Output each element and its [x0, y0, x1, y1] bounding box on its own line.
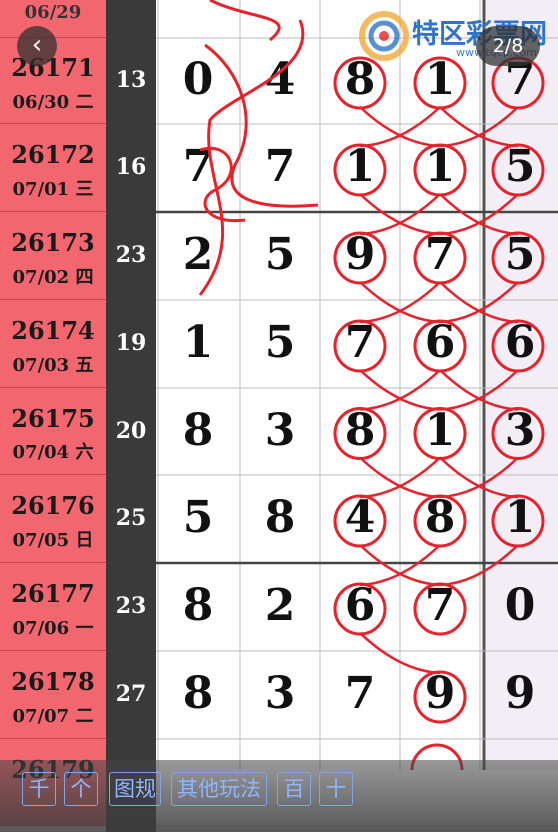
digit-col-2: 9: [344, 229, 376, 280]
other-games-button[interactable]: 其他玩法: [171, 772, 267, 806]
digit-col-4: 0: [504, 580, 536, 631]
sum-value: 16: [115, 154, 147, 180]
digit-col-4: 5: [504, 229, 536, 280]
digit-col-2: 7: [344, 668, 376, 719]
last-column-bg: [486, 0, 558, 770]
digit-col-2: 8: [344, 404, 376, 456]
digit-col-3: 1: [424, 54, 456, 105]
issue-number: 26174: [11, 315, 95, 345]
issue-cell: 26177 07/06 一: [0, 563, 106, 651]
digit-col-1: 4: [264, 54, 296, 105]
filter-thousands-button[interactable]: 千: [22, 772, 56, 806]
issue-cell: 26178 07/07 二: [0, 651, 106, 739]
sum-value: 23: [115, 242, 147, 268]
digit-col-1: 2: [264, 580, 296, 631]
digit-col-0: 2: [182, 229, 214, 280]
issue-cell: 26175 07/04 六: [0, 388, 106, 475]
issue-number: 26172: [11, 139, 95, 169]
sum-value: 25: [115, 505, 147, 531]
sum-value: 23: [115, 593, 147, 619]
issue-date: 07/01 三: [12, 179, 94, 201]
digit-col-4: 5: [504, 141, 536, 192]
chevron-left-icon: ‹: [31, 30, 43, 60]
issue-cell: 26174 07/03 五: [0, 300, 106, 388]
digit-col-0: 1: [182, 317, 214, 368]
issue-cell: 26173 07/02 四: [0, 212, 106, 300]
issue-number: 26175: [11, 403, 95, 433]
issue-number: 26178: [11, 666, 95, 696]
digit-col-3: 8: [424, 492, 456, 543]
digit-col-3: 9: [424, 668, 456, 719]
issue-date: 07/06 一: [12, 618, 94, 640]
digit-col-1: 7: [264, 141, 296, 192]
digit-col-3: 1: [424, 141, 456, 192]
digit-col-4: 6: [504, 317, 536, 368]
digit-col-0: 0: [182, 54, 214, 105]
sum-column: [106, 0, 156, 832]
chart-rules-button[interactable]: 图规: [109, 772, 161, 806]
filter-units-button[interactable]: 个: [64, 772, 98, 806]
logo-swirl-icon: [359, 11, 409, 61]
digit-col-3: 1: [424, 404, 456, 456]
digit-col-3: 7: [424, 580, 456, 631]
digit-col-2: 4: [344, 492, 376, 543]
filter-tens-button[interactable]: 十: [319, 772, 353, 806]
issue-number: 26176: [11, 490, 95, 520]
digit-col-3: 7: [424, 229, 456, 280]
digit-col-4: 9: [504, 668, 536, 719]
lottery-chart-screen: 06/29 26171 06/30 二 13 0 4 8 1 7 26172 07/01 三 16 7 7…: [0, 0, 558, 832]
issue-number: 26173: [11, 227, 95, 257]
digit-col-1: 3: [264, 404, 296, 456]
digit-col-0: 8: [182, 580, 214, 631]
page-indicator: 2/8: [476, 26, 540, 66]
issue-date: 06/30 二: [12, 91, 94, 113]
digit-col-0: 8: [182, 668, 214, 719]
issue-date: 07/05 日: [12, 530, 94, 552]
digit-col-1: 8: [264, 492, 296, 543]
sum-value: 13: [115, 67, 147, 93]
digit-col-2: 6: [344, 580, 376, 631]
filter-hundreds-button[interactable]: 百: [277, 772, 311, 806]
digit-col-2: 1: [344, 141, 376, 192]
issue-date: 07/02 四: [12, 267, 94, 289]
digit-col-4: 3: [504, 404, 536, 456]
digit-col-3: 6: [424, 317, 456, 368]
back-button[interactable]: ‹: [17, 26, 57, 66]
digit-col-0: 7: [182, 141, 214, 192]
issue-date: 07/04 六: [12, 442, 94, 464]
issue-cell: 26172 07/01 三: [0, 124, 106, 212]
digit-col-0: 5: [182, 492, 214, 543]
digit-col-1: 5: [264, 229, 296, 280]
issue-cell-partial: 06/29: [0, 0, 106, 38]
sum-value: 20: [115, 417, 147, 444]
issue-date-partial: 06/29: [24, 2, 82, 23]
sum-value: 19: [115, 330, 147, 356]
issue-date: 07/03 五: [12, 355, 94, 377]
digit-col-4: 1: [504, 492, 536, 543]
issue-date: 07/07 二: [12, 706, 94, 728]
issue-number: 26177: [11, 578, 95, 608]
digit-col-1: 5: [264, 317, 296, 368]
digit-col-2: 7: [344, 317, 376, 368]
issue-cell: 26176 07/05 日: [0, 475, 106, 563]
sum-value: 27: [115, 681, 147, 707]
digit-col-0: 8: [182, 404, 214, 456]
digit-col-1: 3: [264, 668, 296, 719]
